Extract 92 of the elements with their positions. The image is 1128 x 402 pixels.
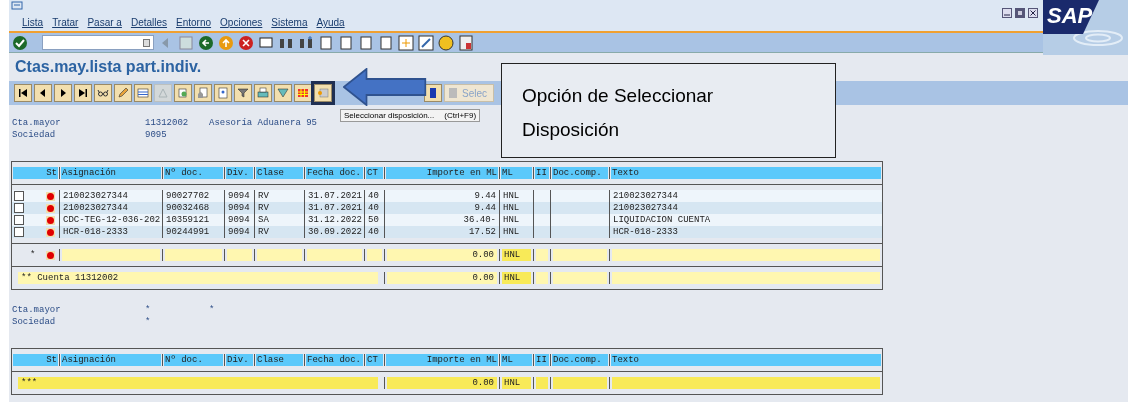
column-header[interactable]: ML [501, 354, 532, 366]
column-header[interactable]: Clase [256, 354, 303, 366]
menu-item[interactable]: Lista [22, 15, 44, 30]
column-header[interactable]: CT [366, 167, 383, 179]
table-cell: 17.52 [469, 227, 496, 237]
table-cell: 40 [368, 227, 379, 237]
table-cell: HCR-018-2333 [613, 227, 678, 237]
field-label: Sociedad [12, 316, 57, 328]
table-cell: 36.40- [463, 215, 496, 225]
screen-title: Ctas.may.lista part.indiv. [15, 57, 203, 77]
amount-cell: 0.00 [387, 249, 497, 261]
total-label: *** [18, 377, 378, 389]
field-label: Cta.mayor [12, 304, 62, 316]
field-value: 9095 [145, 129, 168, 141]
table-cell: 31.07.2021 [308, 191, 362, 201]
table-cell: 31.07.2021 [308, 203, 362, 213]
table-cell: HNL [503, 191, 520, 201]
table-cell: 9094 [228, 215, 250, 225]
column-header[interactable]: St [13, 354, 58, 366]
field-value: 11312002 [145, 117, 190, 129]
table-cell: RV [258, 227, 269, 237]
field-description: * [209, 304, 215, 316]
table-cell: 9094 [228, 227, 250, 237]
menu-item[interactable]: Pasar a [87, 15, 122, 30]
table-cell: 210023027344 [613, 203, 678, 213]
amount-cell: 0.00 [387, 377, 497, 389]
column-header[interactable]: Texto [611, 167, 881, 179]
table-cell: HNL [503, 227, 520, 237]
table-cell: 9094 [228, 203, 250, 213]
column-header[interactable]: Nº doc. [164, 354, 223, 366]
table-cell: LIQUIDACION CUENTA [613, 215, 711, 225]
total-label: ** Cuenta 11312002 [18, 272, 378, 284]
table-cell: 50 [368, 215, 379, 225]
table-cell: HNL [503, 215, 520, 225]
field-value: * [145, 316, 152, 328]
field-description: Asesoría Aduanera 95 [209, 117, 318, 129]
sap-logo: SAP [1043, 0, 1128, 55]
column-header[interactable]: II [535, 354, 549, 366]
menu-item[interactable]: Ayuda [316, 15, 345, 30]
table-cell: RV [258, 191, 269, 201]
column-header[interactable]: Texto [611, 354, 881, 366]
field-label: Cta.mayor [12, 117, 62, 129]
callout-text: Disposición [522, 118, 621, 142]
table-cell: 40 [368, 203, 379, 213]
menu-item[interactable]: Entorno [176, 15, 212, 30]
table-cell: HNL [503, 203, 520, 213]
currency-cell: HNL [502, 377, 531, 389]
column-header[interactable]: Fecha doc. [306, 354, 363, 366]
field-value: * [145, 304, 152, 316]
table-cell: 9.44 [474, 191, 496, 201]
column-header[interactable]: Doc.comp. [552, 167, 608, 179]
table-cell: 10359121 [166, 215, 210, 225]
table-cell: 9094 [228, 191, 250, 201]
column-header[interactable]: Nº doc. [164, 167, 223, 179]
column-header[interactable]: CT [366, 354, 383, 366]
column-header[interactable]: Importe en ML [386, 167, 498, 179]
column-header[interactable]: Asignación [61, 167, 161, 179]
currency-cell: HNL [502, 249, 531, 261]
table-cell: HCR-018-2333 [63, 227, 128, 237]
column-header[interactable]: Importe en ML [386, 354, 498, 366]
table-cell: 90244991 [166, 227, 210, 237]
table-cell: RV [258, 203, 269, 213]
column-header[interactable]: St [13, 167, 58, 179]
menu-item[interactable]: Opciones [220, 15, 263, 30]
column-header[interactable]: Div. [226, 354, 253, 366]
table-cell: CDC-TEG-12-036-202 [63, 215, 161, 225]
table-cell: 90032468 [166, 203, 210, 213]
currency-cell: HNL [502, 272, 531, 284]
amount-cell: 0.00 [387, 272, 497, 284]
menu-item[interactable]: Tratar [52, 15, 79, 30]
table-cell: 210023027344 [613, 191, 678, 201]
table-cell: 31.12.2022 [308, 215, 362, 225]
table-cell: 9.44 [474, 203, 496, 213]
callout-text: Opción de Seleccionar [522, 84, 715, 108]
column-header[interactable]: Clase [256, 167, 303, 179]
column-header[interactable]: II [535, 167, 549, 179]
table-cell: 40 [368, 191, 379, 201]
table-cell: 90027702 [166, 191, 210, 201]
column-header[interactable]: Asignación [61, 354, 161, 366]
table-cell: 30.09.2022 [308, 227, 362, 237]
tooltip: Seleccionar disposición... (Ctrl+F9) [340, 109, 481, 122]
field-label: Sociedad [12, 129, 57, 141]
column-header[interactable]: Div. [226, 167, 253, 179]
column-header[interactable]: Doc.comp. [552, 354, 608, 366]
table-cell: SA [258, 215, 269, 225]
subtotal-marker: * [30, 249, 36, 261]
table-cell: 210023027344 [63, 203, 128, 213]
column-header[interactable]: Fecha doc. [306, 167, 363, 179]
column-header[interactable]: ML [501, 167, 532, 179]
table-cell: 210023027344 [63, 191, 128, 201]
menu-item[interactable]: Detalles [130, 15, 168, 30]
menu-item[interactable]: Sistema [271, 15, 308, 30]
